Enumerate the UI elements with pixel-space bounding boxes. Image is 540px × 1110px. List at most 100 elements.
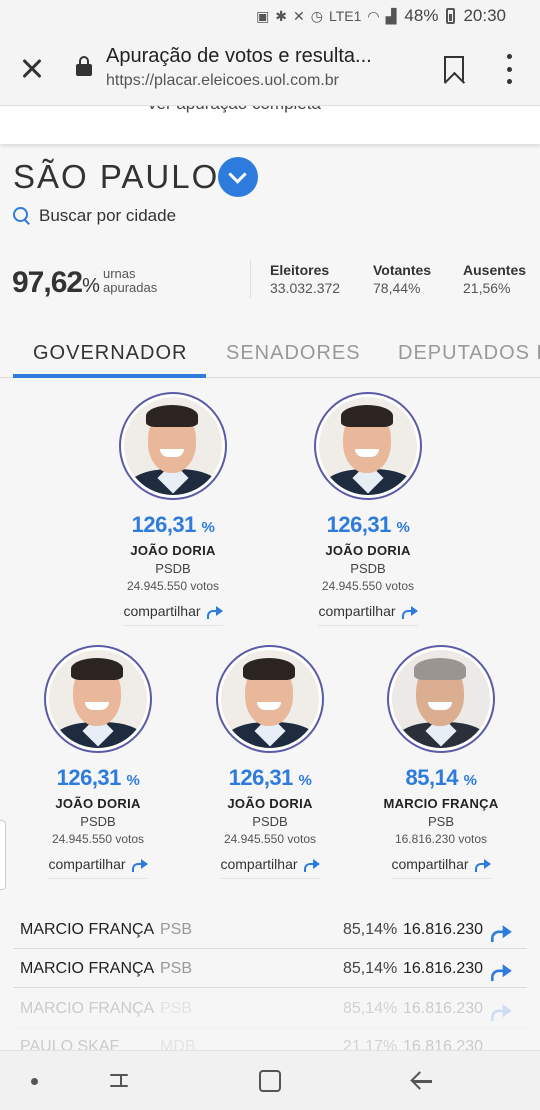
lock-icon[interactable] xyxy=(76,56,92,76)
candidate-card[interactable]: 126,31 % JOÃO DORIA PSDB 24.945.550 voto… xyxy=(278,392,458,626)
candidate-card[interactable]: 126,31 % JOÃO DORIA PSDB 24.945.550 voto… xyxy=(8,645,188,879)
candidate-pct-symbol: % xyxy=(201,519,215,536)
urnas-value: 97,62 xyxy=(12,266,83,299)
candidate-pct-value: 85,14 xyxy=(405,765,459,790)
share-button[interactable]: compartilhar xyxy=(318,603,418,626)
candidate-card[interactable]: 85,14 % MARCIO FRANÇA PSB 16.816.230 vot… xyxy=(351,645,531,879)
network-type: LTE1 xyxy=(328,8,362,24)
votantes-stat: Votantes 78,44% xyxy=(373,262,431,296)
candidate-name: JOÃO DORIA xyxy=(55,796,141,811)
back-icon[interactable] xyxy=(410,1069,434,1093)
urnas-label-line2: apuradas xyxy=(103,280,158,295)
menu-icon[interactable] xyxy=(505,54,513,84)
mute-icon: ✕ xyxy=(293,7,305,24)
list-candidate-party: PSB xyxy=(160,921,193,938)
full-results-link[interactable]: ver apuração completa xyxy=(148,106,321,114)
share-label[interactable]: compartilhar xyxy=(220,856,297,872)
candidate-pct-symbol: % xyxy=(463,772,477,789)
home-icon[interactable] xyxy=(259,1070,281,1092)
city-search-label[interactable]: Buscar por cidade xyxy=(39,206,176,226)
share-icon[interactable] xyxy=(303,858,320,872)
candidate-photo[interactable] xyxy=(387,645,495,753)
chevron-down-icon[interactable] xyxy=(218,157,258,197)
list-candidate-pct: 85,14% xyxy=(343,1000,398,1017)
list-candidate-pct: 85,14% xyxy=(343,921,398,938)
wifi-icon: ◠ xyxy=(367,7,380,24)
dot-icon[interactable] xyxy=(31,1078,38,1085)
list-item[interactable]: MARCIO FRANÇA PSB 85,14% 16.816.230 xyxy=(13,990,527,1028)
share-icon[interactable] xyxy=(401,605,418,619)
list-candidate-party: PSB xyxy=(160,1000,193,1017)
candidate-percentage: 126,31 % xyxy=(278,512,458,538)
candidate-pct-value: 126,31 xyxy=(326,512,392,537)
share-icon[interactable] xyxy=(491,962,513,982)
share-button[interactable]: compartilhar xyxy=(123,603,223,626)
candidate-name: JOÃO DORIA xyxy=(227,796,313,811)
side-drawer-handle[interactable] xyxy=(0,820,6,890)
candidate-card[interactable]: 126,31 % JOÃO DORIA PSDB 24.945.550 voto… xyxy=(180,645,360,879)
list-candidate-party: MDB xyxy=(160,1038,196,1050)
votantes-label: Votantes xyxy=(373,262,432,278)
share-label[interactable]: compartilhar xyxy=(48,856,125,872)
list-candidate-name: PAULO SKAF xyxy=(20,1038,120,1050)
signal-icon: ▟ xyxy=(385,7,397,24)
city-search[interactable]: Buscar por cidade xyxy=(13,206,176,226)
bookmark-icon[interactable] xyxy=(444,56,464,82)
candidate-photo[interactable] xyxy=(44,645,152,753)
tab-deputados[interactable]: DEPUTADOS F xyxy=(398,342,540,365)
eleitores-stat: Eleitores 33.032.372 xyxy=(270,262,340,296)
share-label[interactable]: compartilhar xyxy=(123,603,200,619)
candidate-pct-symbol: % xyxy=(298,772,312,789)
page-title[interactable]: Apuração de votos e resulta... xyxy=(106,45,416,68)
candidate-pct-symbol: % xyxy=(396,519,410,536)
share-icon[interactable] xyxy=(131,858,148,872)
share-button[interactable]: compartilhar xyxy=(391,856,491,879)
share-icon[interactable] xyxy=(206,605,223,619)
close-icon[interactable] xyxy=(18,54,46,82)
candidate-photo[interactable] xyxy=(314,392,422,500)
list-item[interactable]: MARCIO FRANÇA PSB 85,14% 16.816.230 xyxy=(13,911,527,949)
candidate-name: JOÃO DORIA xyxy=(325,543,411,558)
tab-governador[interactable]: GOVERNADOR xyxy=(33,342,187,365)
candidate-percentage: 126,31 % xyxy=(83,512,263,538)
share-label[interactable]: compartilhar xyxy=(318,603,395,619)
candidate-party: PSDB xyxy=(155,561,191,576)
candidate-photo[interactable] xyxy=(216,645,324,753)
candidate-percentage: 126,31 % xyxy=(180,765,360,791)
urnas-pct-symbol: % xyxy=(82,275,100,297)
share-label[interactable]: compartilhar xyxy=(391,856,468,872)
battery-level: 48% xyxy=(404,6,439,25)
candidate-pct-value: 126,31 xyxy=(56,765,122,790)
candidate-votes: 24.945.550 votos xyxy=(321,579,415,593)
candidate-photo[interactable] xyxy=(119,392,227,500)
list-item[interactable]: MARCIO FRANÇA PSB 85,14% 16.816.230 xyxy=(13,950,527,988)
search-icon[interactable] xyxy=(13,207,31,225)
share-button[interactable]: compartilhar xyxy=(220,856,320,879)
office-tabs: GOVERNADOR SENADORES DEPUTADOS F xyxy=(0,328,540,378)
candidate-party: PSDB xyxy=(350,561,386,576)
share-icon[interactable] xyxy=(474,858,491,872)
list-item[interactable]: PAULO SKAF MDB 21,17% 16.816.230 xyxy=(13,1028,527,1050)
votantes-value: 78,44% xyxy=(373,280,421,296)
battery-icon xyxy=(446,8,456,24)
share-icon[interactable] xyxy=(491,1002,513,1022)
candidate-card[interactable]: 126,31 % JOÃO DORIA PSDB 24.945.550 voto… xyxy=(83,392,263,626)
candidate-name: JOÃO DORIA xyxy=(130,543,216,558)
list-candidate-votes: 16.816.230 xyxy=(403,921,484,938)
candidate-pct-value: 126,31 xyxy=(228,765,294,790)
share-icon[interactable] xyxy=(491,923,513,943)
page-url[interactable]: https://placar.eleicoes.uol.com.br xyxy=(106,72,339,90)
candidate-pct-symbol: % xyxy=(126,772,140,789)
alarm-icon: ◷ xyxy=(310,7,323,24)
list-candidate-party: PSB xyxy=(160,960,193,977)
top-card: ver apuração completa xyxy=(0,106,540,144)
active-tab-indicator xyxy=(13,374,206,378)
recent-apps-icon[interactable] xyxy=(108,1071,130,1091)
share-button[interactable]: compartilhar xyxy=(48,856,148,879)
browser-toolbar: Apuração de votos e resulta... https://p… xyxy=(0,32,540,106)
tab-senadores[interactable]: SENADORES xyxy=(226,342,361,365)
navigation-bar xyxy=(0,1050,540,1110)
candidate-name: MARCIO FRANÇA xyxy=(383,796,499,811)
bluetooth-icon: ✱ xyxy=(275,7,288,24)
candidate-party: PSDB xyxy=(80,814,116,829)
